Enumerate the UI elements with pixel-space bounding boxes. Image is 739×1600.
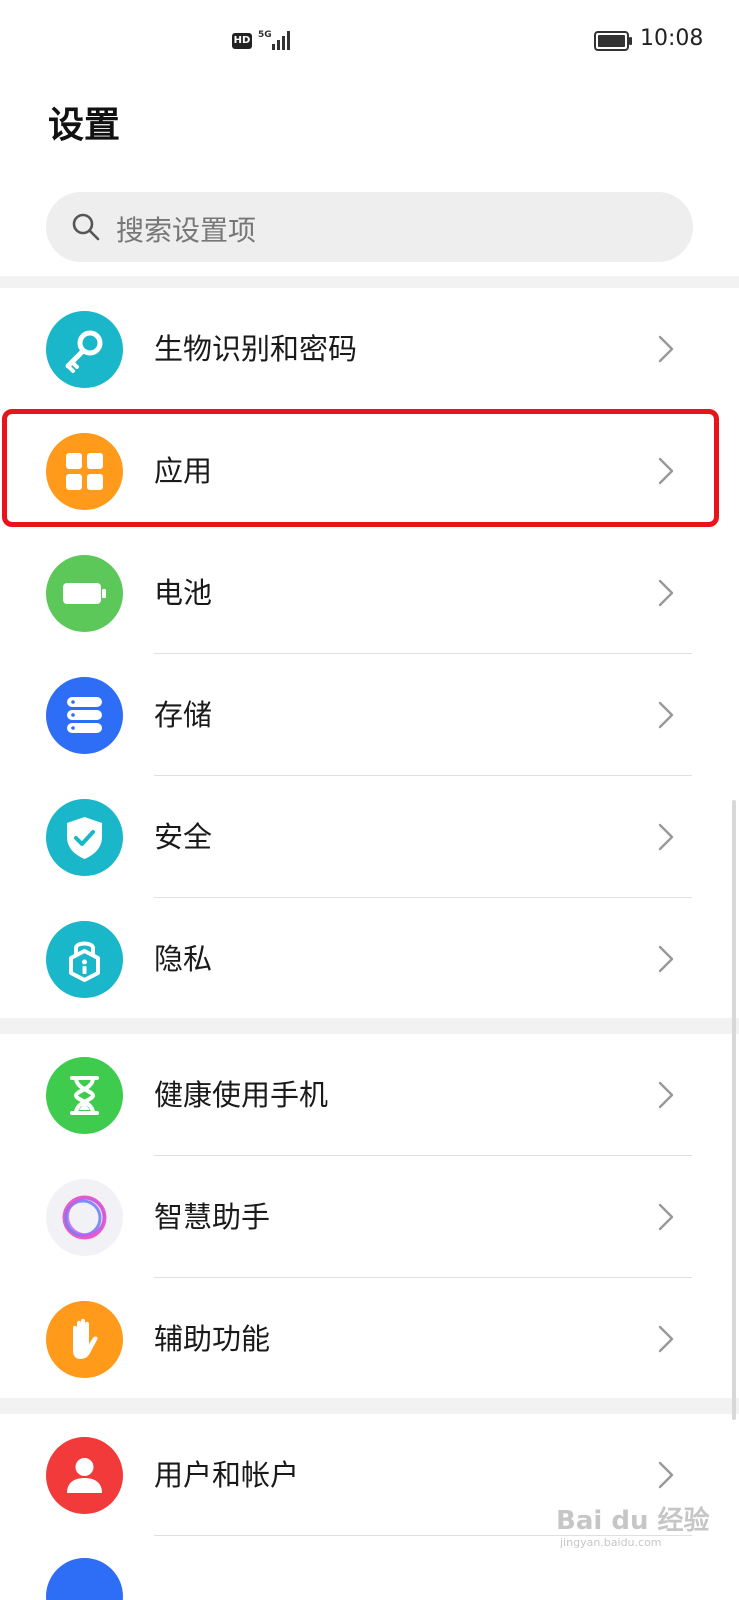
settings-item-battery[interactable]: 电池 [0,532,739,654]
chevron-right-icon [658,579,674,607]
settings-item-label: 健康使用手机 [154,1078,329,1112]
watermark: Bai du 经验 [556,1506,710,1536]
chevron-right-icon [658,823,674,851]
settings-item-label: 隐私 [154,942,213,976]
search-placeholder: 搜索设置项 [116,214,257,247]
privacy-lock-icon [46,921,123,998]
assistant-ring-icon [46,1179,123,1256]
key-icon [46,311,123,388]
scrollbar[interactable] [732,800,736,1420]
settings-item-security[interactable]: 安全 [0,776,739,898]
settings-item-label: 电池 [154,576,213,610]
status-time: 10:08 [640,26,704,51]
settings-item-apps[interactable]: 应用 [0,410,739,532]
status-bar: HD 5G 10:08 [0,0,739,84]
chevron-right-icon [658,457,674,485]
partial-row-icon [46,1558,123,1600]
settings-item-label: 应用 [154,454,213,488]
settings-item-privacy[interactable]: 隐私 [0,898,739,1020]
settings-item-smart-assistant[interactable]: 智慧助手 [0,1156,739,1278]
hand-icon [46,1301,123,1378]
storage-icon [46,677,123,754]
settings-item-digital-balance[interactable]: 健康使用手机 [0,1034,739,1156]
battery-icon [46,555,123,632]
watermark-sub: jingyan.baidu.com [560,1536,662,1549]
chevron-right-icon [658,1081,674,1109]
section-divider [0,1398,739,1414]
chevron-right-icon [658,1461,674,1489]
hd-icon: HD [232,33,252,49]
search-input[interactable]: 搜索设置项 [46,192,693,262]
settings-item-storage[interactable]: 存储 [0,654,739,776]
section-divider [0,276,739,288]
chevron-right-icon [658,945,674,973]
settings-item-label: 智慧助手 [154,1200,271,1234]
settings-item-accessibility[interactable]: 辅助功能 [0,1278,739,1400]
chevron-right-icon [658,335,674,363]
search-icon [72,213,100,241]
apps-grid-icon [46,433,123,510]
hourglass-icon [46,1057,123,1134]
settings-item-biometrics[interactable]: 生物识别和密码 [0,288,739,410]
signal-icon: 5G [258,30,290,50]
network-type-label: 5G [258,30,272,40]
shield-check-icon [46,799,123,876]
chevron-right-icon [658,1325,674,1353]
settings-item-label: 用户和帐户 [154,1458,300,1492]
settings-item-label: 存储 [154,698,213,732]
page-title: 设置 [48,105,121,146]
settings-item-label: 辅助功能 [154,1322,271,1356]
chevron-right-icon [658,701,674,729]
settings-item-label: 生物识别和密码 [154,332,358,366]
settings-item-label: 安全 [154,820,213,854]
section-divider [0,1018,739,1034]
battery-icon [594,31,632,51]
user-icon [46,1437,123,1514]
chevron-right-icon [658,1203,674,1231]
